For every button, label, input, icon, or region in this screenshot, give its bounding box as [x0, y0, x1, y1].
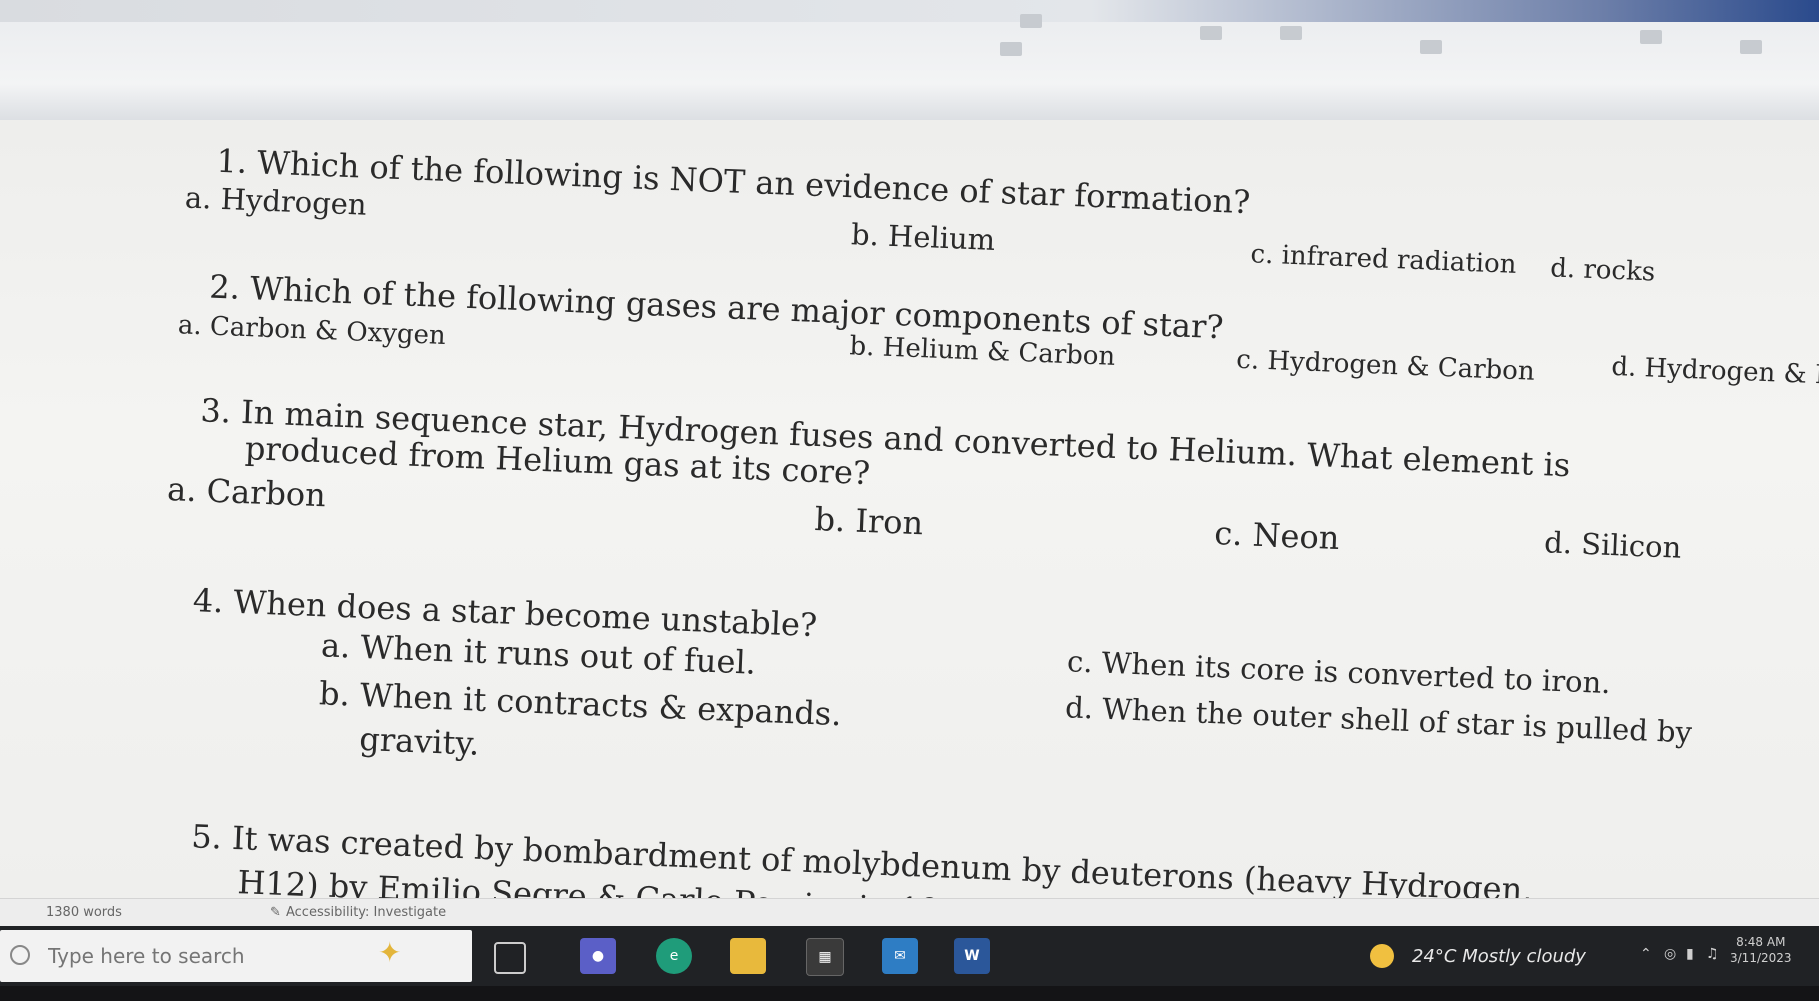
document-page[interactable]: 1. Which of the following is NOT an evid…	[0, 120, 1819, 898]
document-body: 1. Which of the following is NOT an evid…	[0, 120, 1819, 898]
windows-taskbar: ✦ ● e ▦ ✉ W 24°C Mostly cloudy ⌃ ◎ ▮ ♫ 8…	[0, 926, 1819, 986]
q3-option-d: d. Silicon	[1543, 525, 1682, 565]
accessibility-icon: ✎	[270, 905, 281, 920]
screen-bezel	[0, 986, 1819, 1001]
search-input[interactable]	[46, 942, 370, 970]
q1-question: 1. Which of the following is NOT an evid…	[215, 141, 1252, 222]
q3-option-c: c. Neon	[1213, 514, 1341, 558]
weather-text[interactable]: 24°C Mostly cloudy	[1412, 946, 1586, 967]
q1-option-c: c. infrared radiation	[1250, 239, 1517, 280]
file-explorer-icon[interactable]	[730, 938, 766, 974]
task-view-icon[interactable]	[494, 942, 526, 974]
split-icon[interactable]	[1420, 40, 1442, 54]
q1-option-d: d. rocks	[1549, 253, 1656, 288]
word-status-bar: 1380 words ✎ Accessibility: Investigate	[0, 898, 1819, 927]
arrange-all-icon[interactable]	[1280, 26, 1302, 40]
q2-option-d: d. Hydrogen & Helium	[1610, 351, 1819, 394]
search-icon	[10, 945, 30, 965]
clock-date: 3/11/2023	[1730, 951, 1792, 965]
accessibility-status[interactable]: Accessibility: Investigate	[286, 905, 446, 920]
battery-icon[interactable]: ▮	[1686, 946, 1694, 962]
edge-browser-icon[interactable]: e	[656, 938, 692, 974]
word-count[interactable]: 1380 words	[46, 905, 122, 920]
volume-icon[interactable]: ♫	[1706, 946, 1719, 962]
store-icon[interactable]: ▦	[806, 938, 844, 976]
q2-option-a: a. Carbon & Oxygen	[177, 310, 447, 352]
word-ribbon	[0, 0, 1819, 121]
ribbon-hint-text	[249, 36, 1529, 99]
weather-icon	[1370, 944, 1394, 968]
mail-icon[interactable]: ✉	[882, 938, 918, 974]
network-icon[interactable]: ◎	[1664, 946, 1676, 962]
chevron-up-icon[interactable]: ⌃	[1640, 946, 1652, 962]
chat-icon[interactable]: ●	[580, 938, 616, 974]
q1-option-b: b. Helium	[850, 217, 996, 258]
word-app-icon[interactable]: W	[954, 938, 990, 974]
taskbar-search[interactable]: ✦	[0, 930, 472, 982]
q1-option-a: a. Hydrogen	[184, 180, 368, 222]
zoom-icon[interactable]	[1000, 42, 1022, 56]
new-window-icon[interactable]	[1200, 26, 1222, 40]
clock-time: 8:48 AM	[1736, 935, 1786, 949]
macros-icon[interactable]	[1740, 40, 1762, 54]
system-clock[interactable]: 8:48 AM 3/11/2023	[1730, 934, 1792, 966]
page-width-icon[interactable]	[1020, 14, 1042, 28]
search-highlight-icon: ✦	[378, 936, 402, 969]
title-bar	[0, 0, 1819, 22]
q3-option-a: a. Carbon	[166, 470, 327, 515]
q3-option-b: b. Iron	[813, 500, 924, 543]
q2-option-c: c. Hydrogen & Carbon	[1235, 344, 1536, 387]
q4-option-b-cont: gravity.	[358, 719, 481, 763]
switch-windows-icon[interactable]	[1640, 30, 1662, 44]
